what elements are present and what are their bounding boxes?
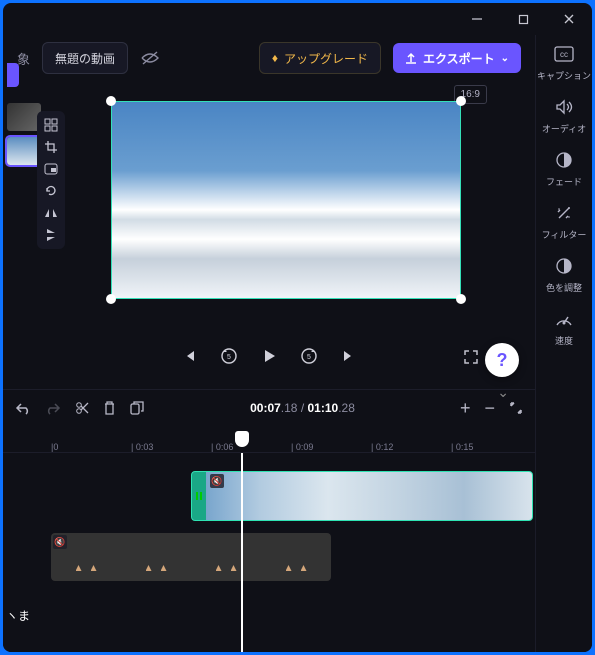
app-body: 象 無題の動画 ♦ アップグレード エクスポート ⌄ [3, 35, 592, 652]
prop-fade[interactable]: フェード [546, 149, 582, 188]
timeline-toolbar: 00:07.18 / 01:10.28 + − [3, 390, 535, 426]
flip-vertical-icon[interactable] [43, 227, 59, 243]
maximize-button[interactable] [500, 3, 546, 35]
prop-captions[interactable]: cc キャプション [537, 43, 591, 82]
duration-frac: .28 [338, 401, 355, 415]
playback-controls: 5 5 [3, 347, 535, 365]
top-toolbar: 象 無題の動画 ♦ アップグレード エクスポート ⌄ [3, 35, 535, 81]
diamond-icon: ♦ [272, 51, 278, 65]
prop-speed[interactable]: 速度 [553, 308, 575, 347]
playhead[interactable] [241, 453, 243, 652]
duplicate-button[interactable] [130, 401, 145, 415]
current-frac: .18 [281, 401, 298, 415]
preview-area: 16:9 5 5 [3, 81, 535, 371]
resize-handle[interactable] [106, 294, 116, 304]
clip-cats[interactable]: 🔇 [51, 533, 331, 581]
app-window: 象 無題の動画 ♦ アップグレード エクスポート ⌄ [3, 3, 592, 652]
fade-icon [553, 149, 575, 171]
upload-icon [405, 52, 417, 64]
ruler-mark: | 0:12 [371, 442, 393, 452]
prop-audio[interactable]: オーディオ [542, 96, 586, 135]
resize-handle[interactable] [456, 294, 466, 304]
timeline: 00:07.18 / 01:10.28 + − |0 | 0:03 | 0:06 | … [3, 389, 535, 652]
play-button[interactable] [260, 347, 278, 365]
svg-text:cc: cc [560, 50, 568, 59]
export-label: エクスポート [423, 50, 495, 67]
ruler-mark: |0 [51, 442, 58, 452]
timeline-tracks[interactable]: Clouds.mp4 🔇 🔇 [3, 453, 535, 652]
visibility-off-icon[interactable] [140, 50, 160, 66]
chevron-down-icon: ⌄ [501, 53, 509, 64]
glyph-left: 象 [17, 49, 30, 68]
timeline-ruler[interactable]: |0 | 0:03 | 0:06 | 0:09 | 0:12 | 0:15 [3, 426, 535, 453]
timecode-display: 00:07.18 / 01:10.28 [250, 401, 355, 415]
ruler-mark: | 0:06 [211, 442, 233, 452]
speed-icon [553, 308, 575, 330]
color-adjust-icon [553, 255, 575, 277]
svg-text:5: 5 [307, 354, 311, 361]
window-titlebar [3, 3, 592, 35]
zoom-fit-button[interactable] [509, 401, 523, 415]
undo-button[interactable] [15, 401, 31, 415]
crop-icon[interactable] [43, 139, 59, 155]
delete-button[interactable] [103, 401, 116, 415]
properties-panel: cc キャプション オーディオ フェード フィルター 色を調整 速度 [535, 35, 592, 652]
prop-filter[interactable]: フィルター [542, 202, 587, 241]
project-title-button[interactable]: 無題の動画 [42, 42, 128, 74]
ruler-mark: | 0:09 [291, 442, 313, 452]
transform-tool-rail [37, 111, 65, 249]
upgrade-label: アップグレード [284, 50, 368, 67]
duration-time: 01:10 [308, 401, 339, 415]
forward-5s-button[interactable]: 5 [300, 347, 318, 365]
help-button[interactable]: ? [485, 343, 519, 377]
next-frame-button[interactable] [340, 347, 358, 365]
add-button[interactable]: + [460, 398, 471, 419]
rewind-5s-button[interactable]: 5 [220, 347, 238, 365]
flip-horizontal-icon[interactable] [43, 205, 59, 221]
pip-icon[interactable] [43, 161, 59, 177]
export-button[interactable]: エクスポート ⌄ [393, 43, 521, 73]
ruler-mark: | 0:03 [131, 442, 153, 452]
prop-color[interactable]: 色を調整 [546, 255, 582, 294]
project-title: 無題の動画 [55, 50, 115, 67]
upgrade-button[interactable]: ♦ アップグレード [259, 42, 381, 74]
audio-icon [553, 96, 575, 118]
svg-text:5: 5 [227, 354, 231, 361]
content-column: 象 無題の動画 ♦ アップグレード エクスポート ⌄ [3, 35, 535, 652]
mute-icon[interactable]: 🔇 [53, 535, 67, 549]
ruler-mark: | 0:15 [451, 442, 473, 452]
prev-frame-button[interactable] [180, 347, 198, 365]
redo-button[interactable] [45, 401, 61, 415]
split-button[interactable] [75, 401, 89, 415]
zoom-out-button[interactable]: − [485, 398, 496, 419]
arrange-icon[interactable] [43, 117, 59, 133]
current-time: 00:07 [250, 401, 281, 415]
close-button[interactable] [546, 3, 592, 35]
collapse-chevron-icon[interactable]: ⌄ [497, 384, 509, 401]
clip-handle-left[interactable] [192, 472, 206, 520]
preview-canvas[interactable] [111, 101, 461, 299]
filter-icon [553, 202, 575, 224]
bottom-left-text: ヽま [6, 607, 30, 624]
mute-icon[interactable]: 🔇 [210, 474, 224, 488]
rotate-icon[interactable] [43, 183, 59, 199]
captions-icon: cc [553, 43, 575, 65]
minimize-button[interactable] [454, 3, 500, 35]
fullscreen-button[interactable] [463, 349, 479, 365]
